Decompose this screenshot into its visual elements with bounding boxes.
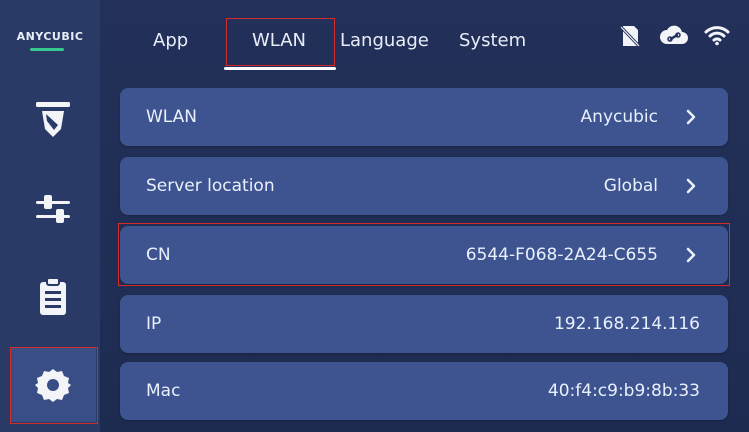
tab-system[interactable]: System [459,30,526,51]
sidebar-item-settings[interactable] [10,348,96,422]
row-label: Mac [146,381,181,401]
active-tab-indicator [224,67,336,70]
tab-wlan[interactable]: WLAN [252,30,306,51]
row-label: CN [146,245,171,265]
row-value: 6544-F068-2A24-C655 [465,245,658,265]
sidebar-item-print[interactable] [10,82,96,156]
chevron-right-icon [686,178,696,194]
row-mac: Mac 40:f4:c9:b9:8b:33 [120,362,728,420]
print-icon [34,99,72,139]
tab-language[interactable]: Language [340,30,429,51]
controls-icon [34,191,72,227]
row-value: 40:f4:c9:b9:8b:33 [547,381,700,401]
row-wlan[interactable]: WLAN Anycubic [120,88,728,146]
settings-screen: ANYCUBIC App WLAN Language System WLAN A… [0,0,749,432]
tab-app[interactable]: App [153,30,188,51]
sidebar: ANYCUBIC [0,0,100,432]
row-label: Server location [146,176,275,196]
files-icon [38,277,68,317]
chevron-right-icon [686,109,696,125]
settings-gear-icon [35,367,71,403]
sidebar-item-files[interactable] [10,260,96,334]
row-cn[interactable]: CN 6544-F068-2A24-C655 [120,226,728,284]
logo-accent-bar [30,48,64,51]
sidebar-item-controls[interactable] [10,172,96,246]
cloud-link-icon [659,24,689,50]
row-label: WLAN [146,107,198,127]
anycubic-logo: ANYCUBIC [16,30,84,43]
row-label: IP [146,314,162,334]
row-ip: IP 192.168.214.116 [120,295,728,353]
chevron-right-icon [686,247,696,263]
row-value: Global [603,176,658,196]
row-value: 192.168.214.116 [553,314,700,334]
no-sd-card-icon [619,24,641,52]
wifi-icon [704,24,730,50]
row-server-location[interactable]: Server location Global [120,157,728,215]
row-value: Anycubic [580,107,658,127]
